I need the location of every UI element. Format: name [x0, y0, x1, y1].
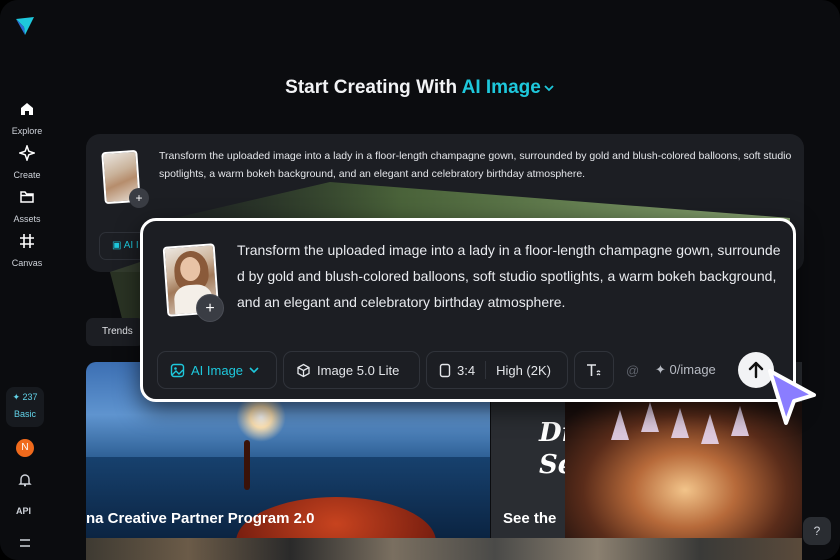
crystal-shape	[671, 408, 689, 438]
arrow-up-icon	[748, 361, 764, 379]
prompt-input[interactable]: Transform the uploaded image into a lady…	[237, 237, 782, 315]
add-image-button[interactable]: +	[196, 294, 224, 322]
help-button[interactable]: ?	[803, 517, 831, 545]
model-label: Image 5.0 Lite	[317, 362, 400, 378]
banner-caption: See the	[503, 510, 557, 527]
banner-figure	[244, 440, 250, 490]
tab-trends[interactable]: Trends	[86, 318, 144, 346]
text-style-button[interactable]	[574, 351, 614, 389]
gallery-strip	[86, 538, 802, 560]
quality-label: High (2K)	[496, 362, 551, 378]
crystal-shape	[611, 410, 629, 440]
model-selector[interactable]: Image 5.0 Lite	[283, 351, 420, 389]
image-icon	[170, 363, 185, 377]
crystal-shape	[731, 406, 749, 436]
app-frame: Explore Create Assets Canvas ✦ 237 Basic…	[0, 0, 840, 560]
ratio-label: 3:4	[457, 362, 476, 378]
mode-selector[interactable]: AI Image	[157, 351, 277, 389]
banner-caption: na Creative Partner Program 2.0	[86, 510, 315, 527]
sparkle-icon: ✦	[655, 362, 666, 377]
cost-label: 0/image	[669, 362, 716, 377]
cost-indicator: ✦ 0/image	[655, 362, 716, 378]
aspect-ratio-icon	[439, 363, 451, 377]
cube-icon	[297, 363, 310, 377]
chevron-down-icon	[249, 366, 259, 373]
crystal-shape	[641, 402, 659, 432]
mode-label: AI Image	[191, 362, 244, 378]
text-icon	[587, 364, 601, 376]
mention-button[interactable]: @	[626, 363, 639, 378]
cursor-pointer-icon	[768, 369, 816, 425]
divider	[485, 361, 487, 379]
crystal-shape	[701, 414, 719, 444]
prompt-card-zoomed: + Transform the uploaded image into a la…	[140, 218, 796, 402]
ratio-quality-selector[interactable]: 3:4 High (2K)	[426, 351, 568, 389]
